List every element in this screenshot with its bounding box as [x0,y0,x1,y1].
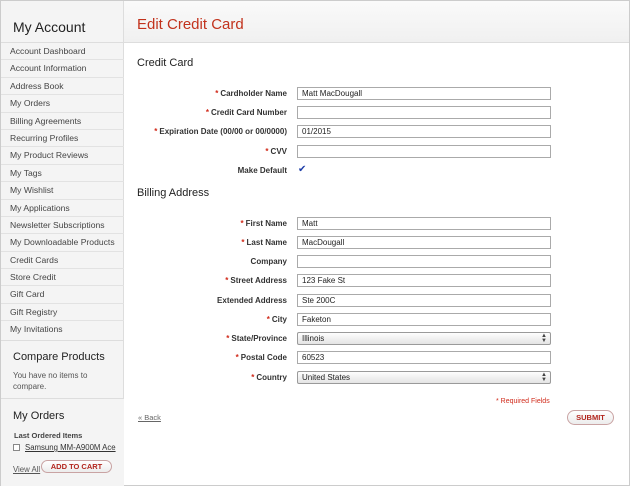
select-arrows-icon: ▲ ▼ [541,333,547,344]
sidebar-item-address-book[interactable]: Address Book [1,78,124,96]
select-arrows-icon: ▲ ▼ [541,372,547,383]
cardholder-name-label: * Cardholder Name [215,89,287,98]
cardholder-name-input[interactable]: Matt MacDougall [297,87,551,100]
required-star: * [265,147,269,156]
city-input[interactable]: Faketon [297,313,551,326]
page-title: Edit Credit Card [137,16,244,33]
last-ordered-item-link[interactable]: Samsung MM-A900M Ace [25,443,116,452]
required-star: * [266,315,270,324]
account-sidebar: My Account Account Dashboard Account Inf… [1,1,124,486]
make-default-row: Make Default ✔ [124,163,629,178]
state-select-value: Illinois [302,334,325,343]
account-nav: Account Dashboard Account Information Ad… [1,43,124,339]
submit-button[interactable]: SUBMIT [567,410,614,425]
sidebar-item-credit-cards[interactable]: Credit Cards [1,252,124,270]
state-row: * State/Province Illinois ▲ ▼ [124,331,629,346]
extended-address-input[interactable]: Ste 200C [297,294,551,307]
sidebar-title: My Account [13,19,86,35]
city-label: * City [266,315,287,324]
required-star: * [251,373,255,382]
required-star: * [241,238,245,247]
sidebar-item-gift-registry[interactable]: Gift Registry [1,304,124,322]
street-row: * Street Address 123 Fake St [124,273,629,288]
expiration-row: * Expiration Date (00/00 or 00/0000) 01/2… [124,124,629,139]
expiration-label: * Expiration Date (00/00 or 00/0000) [154,127,287,136]
postal-label: * Postal Code [235,353,287,362]
extended-address-label: Extended Address [217,296,287,305]
required-star: * [154,127,158,136]
make-default-checkbox[interactable]: ✔ [298,165,307,175]
sidebar-item-gift-card[interactable]: Gift Card [1,286,124,304]
state-select[interactable]: Illinois ▲ ▼ [297,332,551,345]
view-all-link[interactable]: View All [13,465,40,474]
country-select[interactable]: United States ▲ ▼ [297,371,551,384]
street-label: * Street Address [225,276,287,285]
extended-address-row: Extended Address Ste 200C [124,293,629,308]
compare-products-block: Compare Products You have no items to co… [1,340,124,397]
back-link[interactable]: « Back [138,413,161,422]
company-row: Company [124,254,629,269]
sidebar-item-account-dashboard[interactable]: Account Dashboard [1,43,124,61]
first-name-input[interactable]: Matt [297,217,551,230]
sidebar-item-product-reviews[interactable]: My Product Reviews [1,147,124,165]
sidebar-item-newsletter[interactable]: Newsletter Subscriptions [1,217,124,235]
required-star: * [225,276,229,285]
country-row: * Country United States ▲ ▼ [124,370,629,385]
sidebar-item-account-information[interactable]: Account Information [1,60,124,78]
country-label: * Country [251,373,287,382]
country-select-value: United States [302,373,351,382]
postal-row: * Postal Code 60523 [124,350,629,365]
last-ordered-heading: Last Ordered Items [14,431,83,440]
sidebar-item-store-credit[interactable]: Store Credit [1,269,124,287]
sidebar-item-my-applications[interactable]: My Applications [1,200,124,217]
credit-card-section-title: Credit Card [137,57,194,69]
required-star: * [240,219,244,228]
recent-orders-title: My Orders [13,410,65,422]
street-input[interactable]: 123 Fake St [297,274,551,287]
sidebar-item-my-invitations[interactable]: My Invitations [1,321,124,338]
cvv-row: * CVV [124,144,629,159]
cvv-input[interactable] [297,145,551,158]
billing-section-title: Billing Address [137,187,210,199]
card-number-label: * Credit Card Number [205,108,287,117]
compare-products-title: Compare Products [13,351,105,363]
card-number-row: * Credit Card Number [124,105,629,120]
company-label: Company [250,257,287,266]
required-star: * [215,89,219,98]
card-number-input[interactable] [297,106,551,119]
cardholder-name-row: * Cardholder Name Matt MacDougall [124,86,629,101]
make-default-label: Make Default [237,166,287,175]
last-name-label: * Last Name [241,238,287,247]
company-input[interactable] [297,255,551,268]
required-star: * [235,353,239,362]
city-row: * City Faketon [124,312,629,327]
first-name-label: * First Name [240,219,287,228]
sidebar-item-my-tags[interactable]: My Tags [1,165,124,183]
required-star: * [226,334,230,343]
sidebar-item-my-wishlist[interactable]: My Wishlist [1,182,124,200]
sidebar-item-downloadable-products[interactable]: My Downloadable Products [1,234,124,252]
expiration-input[interactable]: 01/2015 [297,125,551,138]
last-ordered-item-checkbox[interactable] [13,444,20,451]
compare-products-text: You have no items to compare. [13,371,88,391]
last-name-input[interactable]: MacDougall [297,236,551,249]
page-header: Edit Credit Card [124,1,629,43]
last-name-row: * Last Name MacDougall [124,235,629,250]
required-fields-note: * Required Fields [496,398,550,405]
required-star: * [205,108,209,117]
postal-input[interactable]: 60523 [297,351,551,364]
cvv-label: * CVV [265,147,287,156]
first-name-row: * First Name Matt [124,216,629,231]
sidebar-item-recurring-profiles[interactable]: Recurring Profiles [1,130,124,148]
add-to-cart-button[interactable]: ADD TO CART [41,460,112,473]
sidebar-item-my-orders[interactable]: My Orders [1,95,124,113]
sidebar-item-billing-agreements[interactable]: Billing Agreements [1,113,124,130]
state-label: * State/Province [226,334,287,343]
last-ordered-item: Samsung MM-A900M Ace [13,443,116,452]
